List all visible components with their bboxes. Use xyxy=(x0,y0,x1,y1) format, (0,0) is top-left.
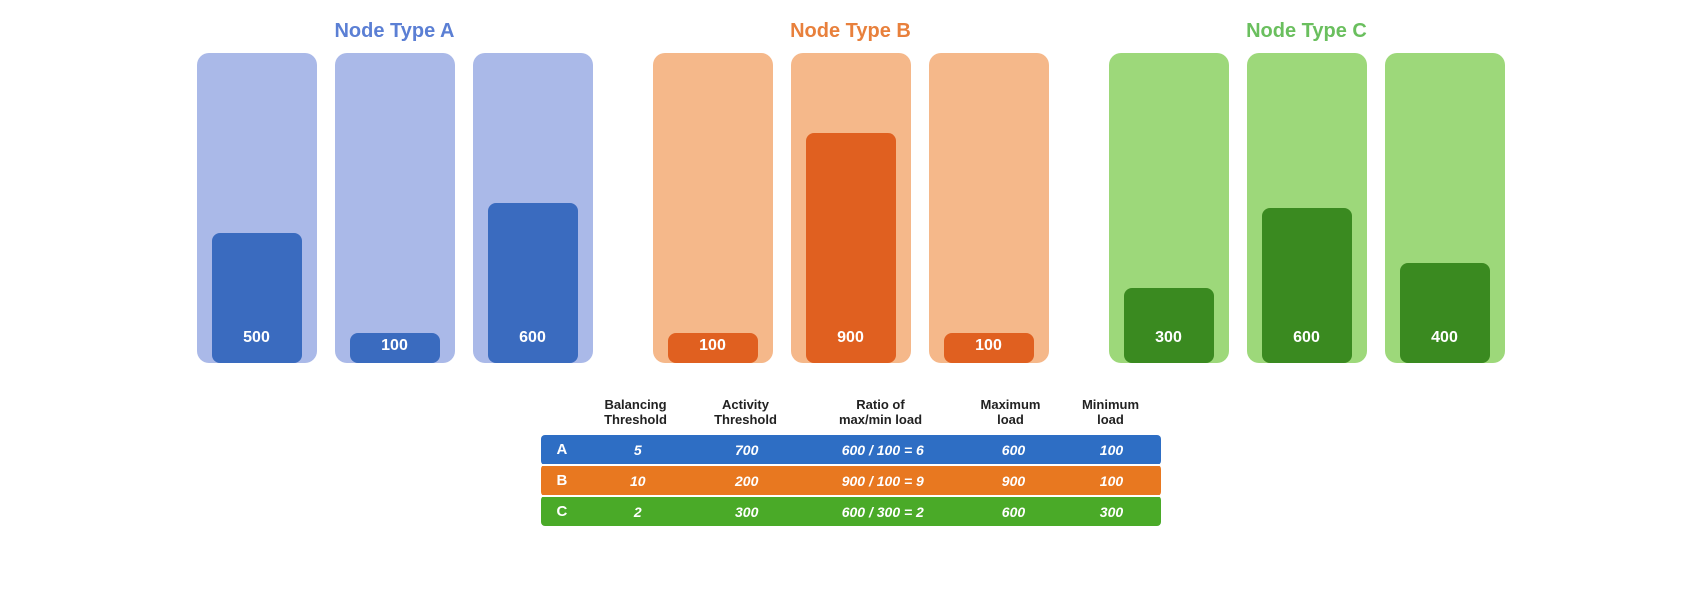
bar-wrapper-b-1: 900 xyxy=(791,53,911,363)
data-table: A5700600 / 100 = 6600100B10200900 / 100 … xyxy=(541,435,1161,526)
bar-wrapper-c-2: 400 xyxy=(1385,53,1505,363)
bar-label-outer-b-2: 100 xyxy=(975,337,1002,355)
bar-label-a-2: 600 xyxy=(519,329,546,355)
cell-a-3: 600 xyxy=(964,435,1062,465)
bar-wrapper-b-2: 100 xyxy=(929,53,1049,363)
bar-inner-c-2: 400 xyxy=(1400,263,1490,363)
col-header-4: Minimum load xyxy=(1061,393,1161,431)
cell-a-2: 600 / 100 = 6 xyxy=(801,435,964,465)
bar-wrapper-c-1: 600 xyxy=(1247,53,1367,363)
bar-label-outer-b-0: 100 xyxy=(699,337,726,355)
bar-label-outer-a-1: 100 xyxy=(381,337,408,355)
bar-outer-a-0: 500 xyxy=(197,53,317,363)
bar-outer-c-0: 300 xyxy=(1109,53,1229,363)
bar-inner-a-1: 100 xyxy=(350,333,440,363)
col-header-3: Maximum load xyxy=(961,393,1061,431)
bar-wrapper-a-1: 100 xyxy=(335,53,455,363)
bar-wrapper-c-0: 300 xyxy=(1109,53,1229,363)
cell-b-3: 900 xyxy=(964,465,1062,496)
cell-b-1: 200 xyxy=(692,465,801,496)
bar-inner-b-2: 100 xyxy=(944,333,1034,363)
bar-inner-b-1: 900 xyxy=(806,133,896,363)
bar-outer-b-1: 900 xyxy=(791,53,911,363)
table-row-b: B10200900 / 100 = 9900100 xyxy=(541,465,1161,496)
cell-a-4: 100 xyxy=(1062,435,1160,465)
row-id-b: B xyxy=(541,465,584,496)
col-header-2: Ratio of max/min load xyxy=(801,393,961,431)
bar-label-a-0: 500 xyxy=(243,329,270,355)
bar-label-c-1: 600 xyxy=(1293,329,1320,355)
table-wrapper: Balancing ThresholdActivity ThresholdRat… xyxy=(541,393,1161,526)
node-group-title-a: Node Type A xyxy=(334,20,454,43)
node-group-title-b: Node Type B xyxy=(790,20,911,43)
bar-inner-c-0: 300 xyxy=(1124,288,1214,363)
nodes-section: Node Type A500100600Node Type B100900100… xyxy=(40,20,1661,363)
bars-container-a: 500 100 600 xyxy=(197,53,593,363)
row-id-c: C xyxy=(541,496,584,526)
cell-b-0: 10 xyxy=(583,465,692,496)
col-header-1: Activity Threshold xyxy=(691,393,801,431)
table-row-c: C2300600 / 300 = 2600300 xyxy=(541,496,1161,526)
bar-wrapper-b-0: 100 xyxy=(653,53,773,363)
cell-c-2: 600 / 300 = 2 xyxy=(801,496,964,526)
cell-c-1: 300 xyxy=(692,496,801,526)
row-id-a: A xyxy=(541,435,584,465)
node-group-a: Node Type A 500 100 600 xyxy=(197,20,593,363)
main-container: Node Type A500100600Node Type B100900100… xyxy=(0,0,1701,546)
col-header-0: Balancing Threshold xyxy=(581,393,691,431)
bar-inner-a-0: 500 xyxy=(212,233,302,363)
bar-wrapper-a-0: 500 xyxy=(197,53,317,363)
table-row-a: A5700600 / 100 = 6600100 xyxy=(541,435,1161,465)
bar-wrapper-a-2: 600 xyxy=(473,53,593,363)
bar-outer-b-0: 100 xyxy=(653,53,773,363)
table-header-row: Balancing ThresholdActivity ThresholdRat… xyxy=(541,393,1161,431)
table-section: Balancing ThresholdActivity ThresholdRat… xyxy=(541,393,1161,526)
cell-c-4: 300 xyxy=(1062,496,1160,526)
bar-outer-b-2: 100 xyxy=(929,53,1049,363)
bar-outer-c-1: 600 xyxy=(1247,53,1367,363)
cell-a-1: 700 xyxy=(692,435,801,465)
cell-a-0: 5 xyxy=(583,435,692,465)
cell-c-3: 600 xyxy=(964,496,1062,526)
bar-inner-c-1: 600 xyxy=(1262,208,1352,363)
bar-inner-a-2: 600 xyxy=(488,203,578,363)
cell-b-4: 100 xyxy=(1062,465,1160,496)
bars-container-b: 100 900 100 xyxy=(653,53,1049,363)
bar-inner-b-0: 100 xyxy=(668,333,758,363)
bar-label-c-2: 400 xyxy=(1431,329,1458,355)
bar-outer-c-2: 400 xyxy=(1385,53,1505,363)
bar-outer-a-1: 100 xyxy=(335,53,455,363)
cell-b-2: 900 / 100 = 9 xyxy=(801,465,964,496)
bars-container-c: 300 600 400 xyxy=(1109,53,1505,363)
bar-label-c-0: 300 xyxy=(1155,329,1182,355)
node-group-b: Node Type B 100 900 100 xyxy=(653,20,1049,363)
node-group-c: Node Type C 300 600 400 xyxy=(1109,20,1505,363)
bar-outer-a-2: 600 xyxy=(473,53,593,363)
node-group-title-c: Node Type C xyxy=(1246,20,1367,43)
cell-c-0: 2 xyxy=(583,496,692,526)
bar-label-b-1: 900 xyxy=(837,329,864,355)
